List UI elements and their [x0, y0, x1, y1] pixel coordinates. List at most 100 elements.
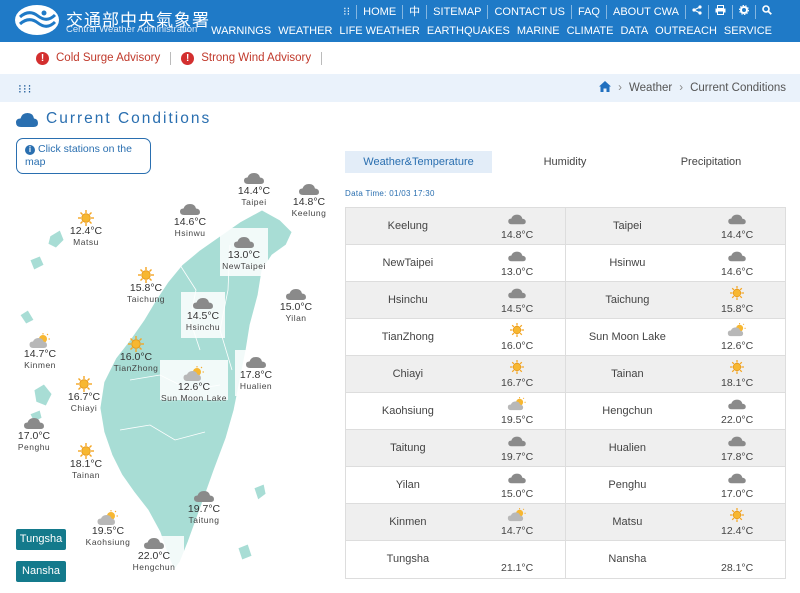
station-name-cell[interactable]: Hsinchu [346, 282, 470, 318]
station-name-cell[interactable]: Hsinwu [566, 245, 690, 281]
search-icon[interactable] [755, 5, 778, 19]
station-name: Taipei [241, 197, 267, 207]
station-chiayi[interactable]: 16.7°C Chiayi [64, 376, 104, 414]
nav-life-weather[interactable]: LIFE WEATHER [339, 25, 419, 37]
cloudy-icon [470, 471, 565, 485]
top-link-sitemap[interactable]: SITEMAP [426, 5, 487, 19]
station-name-cell[interactable]: Tungsha [346, 541, 470, 578]
nav-climate[interactable]: CLIMATE [567, 25, 614, 37]
warning-icon: ! [36, 51, 49, 65]
grid-dots-icon[interactable]: ⁝⁝⁝ [18, 82, 32, 96]
weather-cell: 17.0°C [689, 467, 785, 503]
station-name-cell[interactable]: Kaohsiung [346, 393, 470, 429]
station-name-cell[interactable]: Keelung [346, 208, 470, 244]
weather-cell: 15.0°C [470, 467, 566, 503]
station-tianzhong[interactable]: 16.0°C TianZhong [110, 336, 162, 374]
station-hualien[interactable]: 17.8°C Hualien [236, 354, 276, 392]
top-link-contact[interactable]: CONTACT US [487, 5, 571, 19]
station-taipei[interactable]: 14.4°C Taipei [234, 170, 274, 208]
tungsha-button[interactable]: Tungsha [16, 529, 66, 550]
share-icon[interactable] [685, 5, 708, 19]
menu-icon[interactable]: ⁝⁝ [337, 5, 356, 19]
station-name: Kinmen [24, 360, 56, 370]
nav-weather[interactable]: WEATHER [278, 25, 332, 37]
advisory-strong-wind[interactable]: ! Strong Wind Advisory [181, 51, 323, 65]
station-name-cell[interactable]: Hualien [566, 430, 690, 466]
station-hengchun[interactable]: 22.0°C Hengchun [130, 535, 178, 573]
advisory-cold-surge[interactable]: ! Cold Surge Advisory [36, 51, 172, 65]
temperature-value: 15.0°C [501, 488, 534, 500]
station-hsinwu[interactable]: 14.6°C Hsinwu [168, 201, 212, 239]
temperature-value: 21.1°C [501, 562, 534, 574]
breadcrumb-bar: ⁝⁝⁝ › Weather › Current Conditions [0, 74, 800, 102]
nav-marine[interactable]: MARINE [517, 25, 560, 37]
station-name-cell[interactable]: Penghu [566, 467, 690, 503]
weather-cell: 16.7°C [470, 356, 566, 392]
station-name-cell[interactable]: Nansha [566, 541, 690, 578]
top-link-faq[interactable]: FAQ [570, 5, 606, 19]
nansha-button[interactable]: Nansha [16, 561, 66, 582]
station-name-cell[interactable]: NewTaipei [346, 245, 470, 281]
breadcrumb-separator: › [679, 82, 684, 94]
no-weather-icon [470, 545, 565, 559]
station-temp: 16.7°C [67, 391, 101, 403]
station-kinmen[interactable]: 14.7°C Kinmen [20, 333, 60, 371]
station-newtaipei[interactable]: 13.0°C NewTaipei [216, 234, 272, 272]
cwa-logo[interactable] [14, 4, 60, 36]
station-name-cell[interactable]: Taitung [346, 430, 470, 466]
station-name-cell[interactable]: Matsu [566, 504, 690, 540]
station-name: Kaohsiung [85, 537, 131, 547]
temperature-value: 18.1°C [721, 377, 754, 389]
station-keelung[interactable]: 14.8°C Keelung [287, 181, 331, 219]
station-name-cell[interactable]: Hengchun [566, 393, 690, 429]
print-icon[interactable] [708, 5, 732, 19]
station-matsu[interactable]: 12.4°C Matsu [66, 210, 106, 248]
weather-cell: 14.5°C [470, 282, 566, 318]
station-taichung[interactable]: 15.8°C Taichung [122, 267, 170, 305]
top-link-home[interactable]: HOME [356, 5, 402, 19]
station-sun-moon-lake[interactable]: 12.6°C Sun Moon Lake [157, 366, 231, 404]
nav-service[interactable]: SERVICE [724, 25, 772, 37]
station-yilan[interactable]: 15.0°C Yilan [276, 286, 316, 324]
station-name-cell[interactable]: Yilan [346, 467, 470, 503]
weather-cell: 14.4°C [689, 208, 785, 244]
station-name-cell[interactable]: Taichung [566, 282, 690, 318]
station-name: Sun Moon Lake [160, 393, 228, 403]
breadcrumb-weather[interactable]: Weather [629, 82, 672, 94]
gear-icon[interactable] [732, 5, 755, 19]
station-name-cell[interactable]: Taipei [566, 208, 690, 244]
temperature-value: 12.6°C [721, 340, 754, 352]
station-taitung[interactable]: 19.7°C Taitung [184, 488, 224, 526]
station-kaohsiung[interactable]: 19.5°C Kaohsiung [84, 510, 132, 548]
brand-name-en[interactable]: Central Weather Administration [66, 24, 197, 35]
top-link-about[interactable]: ABOUT CWA [605, 5, 685, 19]
station-tainan[interactable]: 18.1°C Tainan [66, 443, 106, 481]
station-name-cell[interactable]: TianZhong [346, 319, 470, 355]
station-penghu[interactable]: 17.0°C Penghu [14, 415, 54, 453]
cloudy-icon [689, 397, 785, 411]
tab-humidity[interactable]: Humidity [492, 151, 638, 173]
cloudy-icon [168, 201, 212, 217]
top-link-chinese[interactable]: 中 [402, 5, 426, 19]
nav-data[interactable]: DATA [620, 25, 648, 37]
tab-weather-temperature[interactable]: Weather&Temperature [345, 151, 492, 173]
cloudy-icon [470, 212, 565, 226]
temperature-value: 19.5°C [501, 414, 534, 426]
station-name: TianZhong [113, 363, 159, 373]
station-hsinchu[interactable]: 14.5°C Hsinchu [181, 295, 225, 333]
tab-precipitation[interactable]: Precipitation [638, 151, 784, 173]
nav-warnings[interactable]: WARNINGS [211, 25, 271, 37]
weather-cell: 12.6°C [689, 319, 785, 355]
home-icon[interactable] [599, 81, 612, 95]
cloudy-icon [130, 535, 178, 551]
station-name: NewTaipei [222, 261, 266, 271]
station-name-cell[interactable]: Chiayi [346, 356, 470, 392]
station-name-cell[interactable]: Sun Moon Lake [566, 319, 690, 355]
nav-outreach[interactable]: OUTREACH [655, 25, 717, 37]
station-name-cell[interactable]: Tainan [566, 356, 690, 392]
station-temp: 19.7°C [187, 503, 221, 515]
table-row: Kaohsiung 19.5°C Hengchun 22.0°C [346, 393, 785, 430]
table-row: NewTaipei 13.0°C Hsinwu 14.6°C [346, 245, 785, 282]
station-name-cell[interactable]: Kinmen [346, 504, 470, 540]
nav-earthquakes[interactable]: EARTHQUAKES [427, 25, 510, 37]
